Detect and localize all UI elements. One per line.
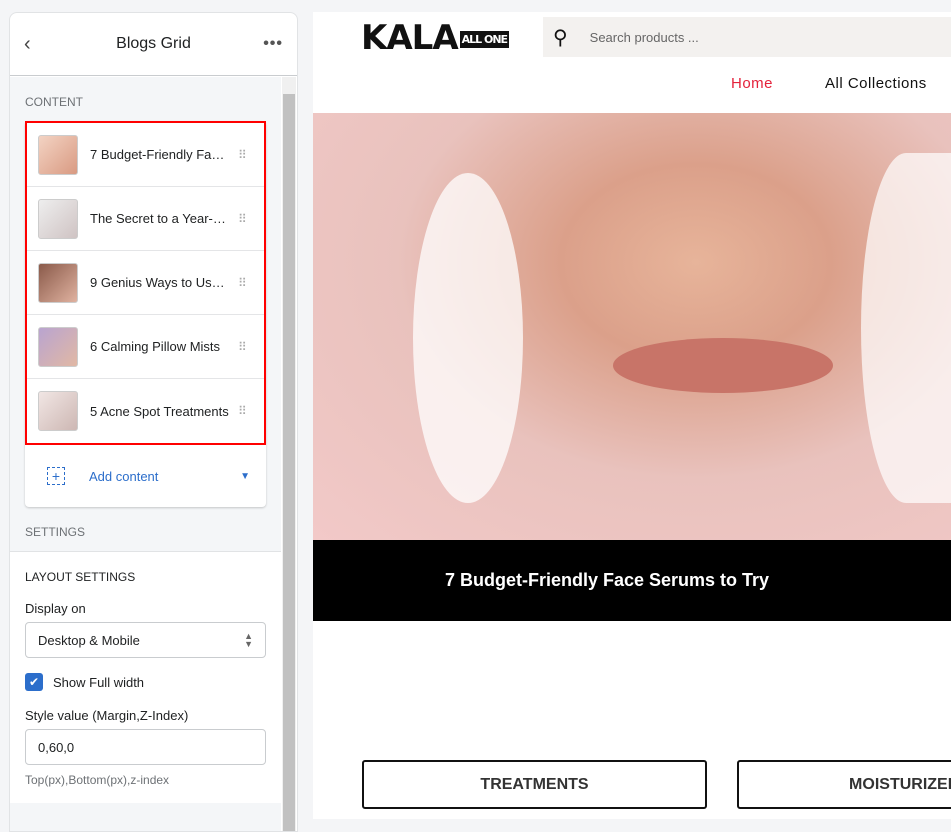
drag-handle-icon[interactable]: ⠿ <box>238 276 247 290</box>
settings-heading: SETTINGS <box>25 525 86 539</box>
editor-panel: ‹ Blogs Grid ••• CONTENT 7 Budget-Friend… <box>9 12 298 832</box>
tab-treatments[interactable]: TREATMENTS <box>362 760 707 809</box>
layout-settings-heading: LAYOUT SETTINGS <box>25 570 136 584</box>
panel-header: ‹ Blogs Grid ••• <box>10 13 297 76</box>
nav-all-collections[interactable]: All Collections <box>825 75 927 92</box>
item-thumbnail <box>38 391 78 431</box>
store-logo[interactable]: KALA ALL ONE <box>361 18 510 58</box>
tab-moisturizers[interactable]: MOISTURIZERS <box>737 760 951 809</box>
style-value: 0,60,0 <box>38 739 75 755</box>
more-options-icon[interactable]: ••• <box>263 35 283 53</box>
content-card: 7 Budget-Friendly Face Serums to Try ⠿ Th… <box>25 121 266 507</box>
list-item[interactable]: 7 Budget-Friendly Face Serums to Try ⠿ <box>27 123 264 187</box>
add-content-button[interactable]: + Add content ▼ <box>25 445 266 507</box>
list-item[interactable]: 5 Acne Spot Treatments ⠿ <box>27 379 264 443</box>
list-item[interactable]: The Secret to a Year-Round Glow ⠿ <box>27 187 264 251</box>
item-thumbnail <box>38 326 78 367</box>
panel-title: Blogs Grid <box>116 35 191 52</box>
back-chevron-icon[interactable]: ‹ <box>24 33 31 56</box>
content-list: 7 Budget-Friendly Face Serums to Try ⠿ Th… <box>25 121 266 445</box>
caret-down-icon: ▼ <box>240 470 250 482</box>
drag-handle-icon[interactable]: ⠿ <box>238 212 247 226</box>
item-label: 7 Budget-Friendly Face Serums to Try <box>90 147 230 162</box>
search-bar[interactable]: ⚲ Search products ... <box>543 17 951 57</box>
item-label: 9 Genius Ways to Use Face Oil <box>90 275 230 290</box>
main-nav: Home All Collections <box>731 75 927 92</box>
hero-title[interactable]: 7 Budget-Friendly Face Serums to Try <box>445 570 769 591</box>
display-on-label: Display on <box>25 601 86 616</box>
drag-handle-icon[interactable]: ⠿ <box>238 404 247 418</box>
drag-handle-icon[interactable]: ⠿ <box>238 340 247 354</box>
style-value-help: Top(px),Bottom(px),z-index <box>25 773 170 787</box>
search-placeholder: Search products ... <box>589 29 699 45</box>
foam-left <box>413 173 523 503</box>
style-value-input[interactable]: 0,60,0 <box>25 729 266 765</box>
style-value-label: Style value (Margin,Z-Index) <box>25 708 189 723</box>
add-content-label: Add content <box>89 468 159 484</box>
item-thumbnail <box>38 262 78 303</box>
logo-text: KALA <box>361 18 459 58</box>
item-label: 6 Calming Pillow Mists <box>90 339 221 354</box>
layout-settings: LAYOUT SETTINGS Display on Desktop & Mob… <box>10 551 281 803</box>
content-heading: CONTENT <box>25 95 83 109</box>
panel-body: CONTENT 7 Budget-Friendly Face Serums to… <box>10 77 281 831</box>
show-full-width-label: Show Full width <box>53 674 145 690</box>
scrollbar-thumb[interactable] <box>283 94 295 831</box>
item-label: The Secret to a Year-Round Glow <box>90 211 230 226</box>
item-thumbnail <box>38 198 78 239</box>
nav-home[interactable]: Home <box>731 75 773 92</box>
lips <box>613 338 833 393</box>
item-thumbnail <box>38 134 78 175</box>
hero-caption: 7 Budget-Friendly Face Serums to Try <box>313 540 951 621</box>
drag-handle-icon[interactable]: ⠿ <box>238 148 247 162</box>
list-item[interactable]: 9 Genius Ways to Use Face Oil ⠿ <box>27 251 264 315</box>
store-preview: KALA ALL ONE ⚲ Search products ... Home A… <box>313 12 951 819</box>
panel-scrollbar[interactable] <box>282 77 296 831</box>
list-item[interactable]: 6 Calming Pillow Mists ⠿ <box>27 315 264 379</box>
hero-image[interactable] <box>313 113 951 540</box>
category-tabs: TREATMENTS MOISTURIZERS <box>362 760 951 809</box>
foam-right <box>861 153 951 503</box>
checkmark-icon: ✔ <box>25 673 43 691</box>
add-block-icon: + <box>47 467 65 485</box>
display-on-value: Desktop & Mobile <box>38 632 140 648</box>
select-arrows-icon: ▲ ▼ <box>244 631 253 649</box>
display-on-select[interactable]: Desktop & Mobile ▲ ▼ <box>25 622 266 658</box>
show-full-width-checkbox[interactable]: ✔ Show Full width <box>25 673 266 691</box>
item-label: 5 Acne Spot Treatments <box>90 403 229 419</box>
search-icon[interactable]: ⚲ <box>553 25 568 50</box>
logo-badge: ALL ONE <box>459 31 510 48</box>
